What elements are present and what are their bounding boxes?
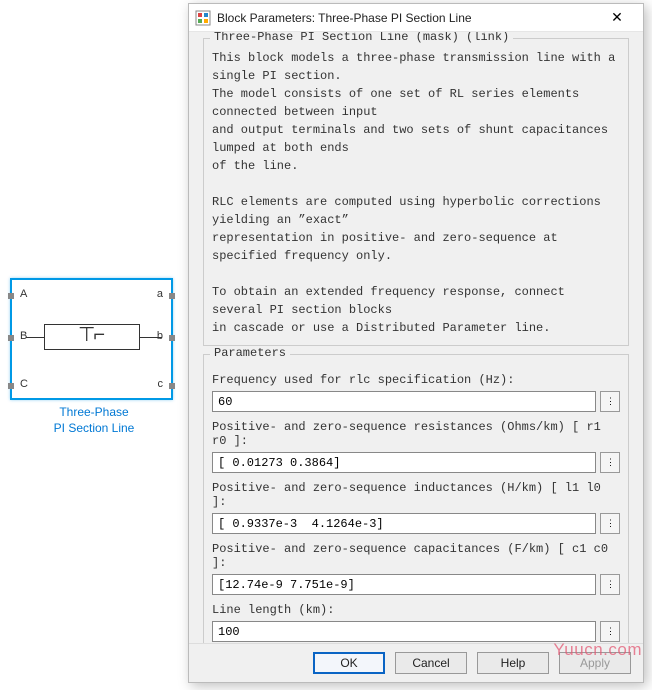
frequency-input[interactable] bbox=[212, 391, 596, 412]
ok-button[interactable]: OK bbox=[313, 652, 385, 674]
port-b-label: b bbox=[157, 330, 163, 342]
port-A-label: A bbox=[20, 288, 27, 300]
port-connector[interactable] bbox=[169, 383, 175, 389]
port-connector[interactable] bbox=[169, 293, 175, 299]
simulink-block[interactable]: A B C a b c ⊤⌐ Three-Phase PI Section Li… bbox=[10, 278, 178, 436]
cancel-button[interactable]: Cancel bbox=[395, 652, 467, 674]
length-input[interactable] bbox=[212, 621, 596, 642]
port-C-label: C bbox=[20, 378, 28, 390]
apply-button: Apply bbox=[559, 652, 631, 674]
param-label-inductances: Positive- and zero-sequence inductances … bbox=[212, 481, 620, 509]
parameters-title: Parameters bbox=[210, 346, 290, 360]
port-B-label: B bbox=[20, 330, 27, 342]
mask-title: Three-Phase PI Section Line (mask) (link… bbox=[210, 32, 513, 44]
capacitances-input[interactable] bbox=[212, 574, 596, 595]
block-icon[interactable]: A B C a b c ⊤⌐ bbox=[10, 278, 173, 400]
port-c-label: c bbox=[158, 378, 164, 390]
app-icon bbox=[195, 10, 211, 26]
port-connector[interactable] bbox=[8, 293, 14, 299]
parameters-group: Parameters Frequency used for rlc specif… bbox=[203, 354, 629, 643]
param-label-length: Line length (km): bbox=[212, 603, 620, 617]
close-button[interactable]: ✕ bbox=[597, 9, 637, 26]
length-more-button[interactable]: ⋮ bbox=[600, 621, 620, 642]
titlebar[interactable]: Block Parameters: Three-Phase PI Section… bbox=[189, 4, 643, 32]
port-connector[interactable] bbox=[169, 335, 175, 341]
port-connector[interactable] bbox=[8, 335, 14, 341]
resistances-more-button[interactable]: ⋮ bbox=[600, 452, 620, 473]
button-bar: OK Cancel Help Apply bbox=[189, 643, 643, 682]
param-label-frequency: Frequency used for rlc specification (Hz… bbox=[212, 373, 620, 387]
block-parameters-dialog: Block Parameters: Three-Phase PI Section… bbox=[188, 3, 644, 683]
port-a-label: a bbox=[157, 288, 163, 300]
capacitances-more-button[interactable]: ⋮ bbox=[600, 574, 620, 595]
param-label-capacitances: Positive- and zero-sequence capacitances… bbox=[212, 542, 620, 570]
dialog-body: Three-Phase PI Section Line (mask) (link… bbox=[189, 32, 643, 643]
frequency-more-button[interactable]: ⋮ bbox=[600, 391, 620, 412]
description-text: This block models a three-phase transmis… bbox=[212, 49, 620, 337]
pi-section-icon: ⊤⌐ bbox=[78, 322, 103, 347]
wire bbox=[26, 337, 44, 338]
description-group: Three-Phase PI Section Line (mask) (link… bbox=[203, 38, 629, 346]
resistances-input[interactable] bbox=[212, 452, 596, 473]
inductances-input[interactable] bbox=[212, 513, 596, 534]
inductances-more-button[interactable]: ⋮ bbox=[600, 513, 620, 534]
wire bbox=[140, 337, 162, 338]
param-label-resistances: Positive- and zero-sequence resistances … bbox=[212, 420, 620, 448]
block-label[interactable]: Three-Phase PI Section Line bbox=[10, 405, 178, 436]
dialog-title: Block Parameters: Three-Phase PI Section… bbox=[217, 11, 597, 25]
port-connector[interactable] bbox=[8, 383, 14, 389]
help-button[interactable]: Help bbox=[477, 652, 549, 674]
